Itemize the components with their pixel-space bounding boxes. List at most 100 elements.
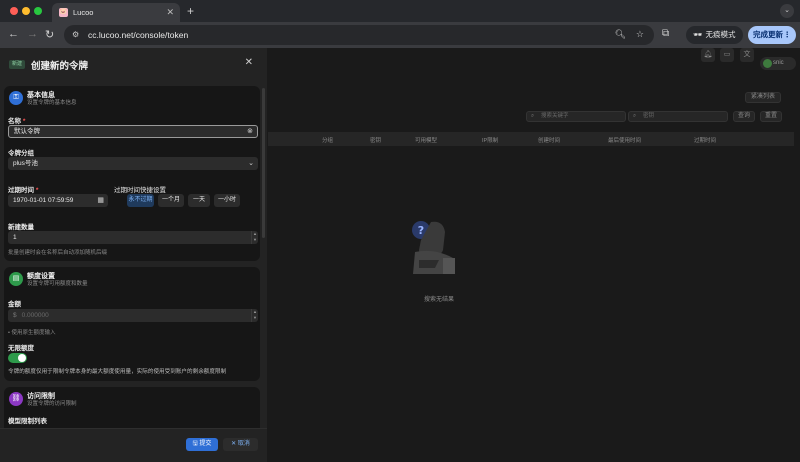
basic-info-card: ⚿ 基本信息 设置令牌的基本信息 名称 * 默认令牌 ⊗ 令牌分组 plus号池…	[4, 86, 260, 261]
quota-note: 令牌的额度仅用于限制令牌本身的最大额度使用量，实际的使用受到账户的剩余额度限制	[8, 369, 227, 375]
unlimited-toggle[interactable]	[8, 353, 27, 363]
amount-label: 金额	[8, 301, 21, 308]
column-header: 可用模型	[415, 138, 438, 144]
update-label: 完成更新	[753, 30, 783, 39]
new-tag-badge: 新建	[9, 60, 25, 69]
address-bar[interactable]: ⚙ cc.lucoo.net/console/token 🔍︎ ☆	[64, 25, 654, 45]
sheet-footer: 🖫 提交 ✕ 取消	[0, 428, 267, 462]
column-header: IP限制	[482, 138, 499, 144]
incognito-label: 无痕模式	[705, 30, 736, 39]
name-value: 默认令牌	[14, 128, 40, 135]
quick-hour-button[interactable]: 一小时	[214, 194, 240, 207]
count-input[interactable]: 1 ▲ ▼	[8, 231, 258, 244]
amount-input[interactable]: $0.000000 ▲ ▼	[8, 309, 258, 322]
user-menu[interactable]: snic	[760, 57, 796, 70]
incognito-indicator[interactable]: 🕶 无痕模式	[686, 26, 743, 44]
access-limit-card: ⛓ 访问限制 设置令牌的访问限制 模型限制列表	[4, 387, 260, 433]
clear-input-icon[interactable]: ⊗	[247, 126, 253, 137]
expire-date-picker[interactable]: 1970-01-01 07:59:59 ▦	[8, 194, 108, 207]
tab-title: Lucoo	[73, 8, 94, 17]
window-zoom-button[interactable]	[34, 7, 42, 15]
tab-search-chevron-icon[interactable]: ⌄	[780, 4, 794, 18]
name-input[interactable]: 默认令牌 ⊗	[8, 125, 258, 138]
svg-text:?: ?	[418, 224, 424, 237]
site-settings-icon[interactable]: ⚙	[72, 30, 79, 39]
quota-subtitle: 设置令牌可用额度和数量	[27, 281, 88, 287]
basic-info-subtitle: 设置令牌的基本信息	[27, 100, 77, 106]
incognito-icon: 🕶	[693, 30, 703, 39]
quick-never-button[interactable]: 永不过期	[127, 194, 154, 207]
access-subtitle: 设置令牌的访问限制	[27, 401, 77, 407]
close-icon: ✕	[231, 441, 237, 447]
expire-value: 1970-01-01 07:59:59	[13, 197, 74, 204]
browser-toolbar: ← → ↻ ⚙ cc.lucoo.net/console/token 🔍︎ ☆ …	[0, 22, 800, 48]
chevron-down-icon: ⌄	[248, 160, 254, 167]
avatar	[763, 59, 772, 68]
currency-symbol: $	[13, 312, 17, 319]
sheet-scrollbar[interactable]	[262, 88, 265, 238]
empty-result-illustration-icon: ?	[412, 221, 455, 274]
tab-close-icon[interactable]: ✕	[166, 7, 174, 18]
toggle-knob	[18, 354, 26, 362]
cancel-button[interactable]: ✕ 取消	[223, 438, 258, 451]
token-search-input[interactable]: ⌕ 密钥	[628, 111, 728, 122]
empty-result-text: 搜索无结果	[424, 297, 455, 303]
translate-icon[interactable]: 文	[740, 48, 754, 62]
quota-card: ▤ 额度设置 设置令牌可用额度和数量 金额 $0.000000 ▲ ▼ • 使用原…	[4, 267, 260, 381]
wallet-icon: ▤	[9, 272, 23, 286]
expire-label: 过期时间 *	[8, 187, 39, 194]
url-text[interactable]: cc.lucoo.net/console/token	[88, 30, 188, 40]
amount-placeholder: 0.000000	[21, 312, 49, 319]
reset-button[interactable]: 重置	[760, 111, 782, 122]
bell-icon[interactable]: 🔔︎	[701, 48, 715, 62]
group-select[interactable]: plus号池 ⌄	[8, 157, 258, 170]
new-tab-icon[interactable]: +	[187, 4, 194, 18]
name-label: 名称 *	[8, 118, 26, 125]
update-button[interactable]: 完成更新 ⋮	[748, 26, 796, 44]
more-vert-icon[interactable]: ⋮	[784, 26, 792, 44]
window-minimize-button[interactable]	[22, 7, 30, 15]
model-limit-label: 模型限制列表	[8, 418, 47, 425]
pig-favicon-icon: 🐷	[59, 8, 68, 17]
calendar-icon[interactable]: ▦	[97, 194, 104, 207]
group-value: plus号池	[13, 160, 38, 167]
submit-button[interactable]: 🖫 提交	[186, 438, 218, 451]
amount-help-text: • 使用原生额度输入	[8, 330, 56, 336]
query-button[interactable]: 查询	[733, 111, 755, 122]
back-arrow-icon[interactable]: ←	[8, 28, 19, 40]
user-name: snic	[773, 60, 784, 66]
browser-tab[interactable]: 🐷 Lucoo ✕	[52, 3, 180, 22]
sheet-title: 创建新的令牌	[31, 61, 89, 72]
unlimited-label: 无限额度	[8, 345, 34, 352]
quantity-stepper[interactable]: ▲ ▼	[251, 231, 258, 244]
quick-expire-label: 过期时间快捷设置	[114, 187, 166, 194]
token-placeholder: 密钥	[643, 113, 655, 119]
column-header: 最后使用时间	[608, 138, 642, 144]
count-label: 新建数量	[8, 224, 34, 231]
table-header: 分组 密钥 可用模型 IP限制 创建时间 最后使用时间 过期时间	[268, 132, 794, 146]
amount-stepper[interactable]: ▲ ▼	[251, 309, 258, 322]
monitor-icon[interactable]: ▭	[720, 48, 734, 62]
forward-arrow-icon[interactable]: →	[27, 28, 38, 40]
column-header: 过期时间	[694, 138, 717, 144]
group-label: 令牌分组	[8, 150, 34, 157]
count-help-text: 批量创建时会在名称后自动添加随机后缀	[8, 250, 108, 256]
sheet-header: 新建 创建新的令牌 ✕	[0, 48, 267, 80]
zoom-icon[interactable]: 🔍︎	[615, 29, 626, 40]
close-icon[interactable]: ✕	[245, 57, 253, 68]
browser-tabbar: 🐷 Lucoo ✕ + ⌄	[0, 0, 800, 22]
window-close-button[interactable]	[10, 7, 18, 15]
quick-day-button[interactable]: 一天	[188, 194, 210, 207]
compact-list-button[interactable]: 紧凑列表	[745, 92, 781, 103]
extensions-icon[interactable]: ⧉	[662, 28, 669, 39]
search-icon: ⌕	[531, 113, 535, 119]
bookmark-star-icon[interactable]: ☆	[636, 29, 644, 40]
keyword-search-input[interactable]: ⌕ 搜索关键字	[526, 111, 626, 122]
column-header: 创建时间	[538, 138, 561, 144]
create-token-sheet: 新建 创建新的令牌 ✕ ⚿ 基本信息 设置令牌的基本信息 名称 * 默认令牌 ⊗…	[0, 48, 267, 462]
reload-icon[interactable]: ↻	[45, 28, 54, 41]
quick-month-button[interactable]: 一个月	[158, 194, 184, 207]
count-value: 1	[13, 234, 17, 241]
keyword-placeholder: 搜索关键字	[541, 113, 569, 119]
column-header: 分组	[322, 138, 334, 144]
